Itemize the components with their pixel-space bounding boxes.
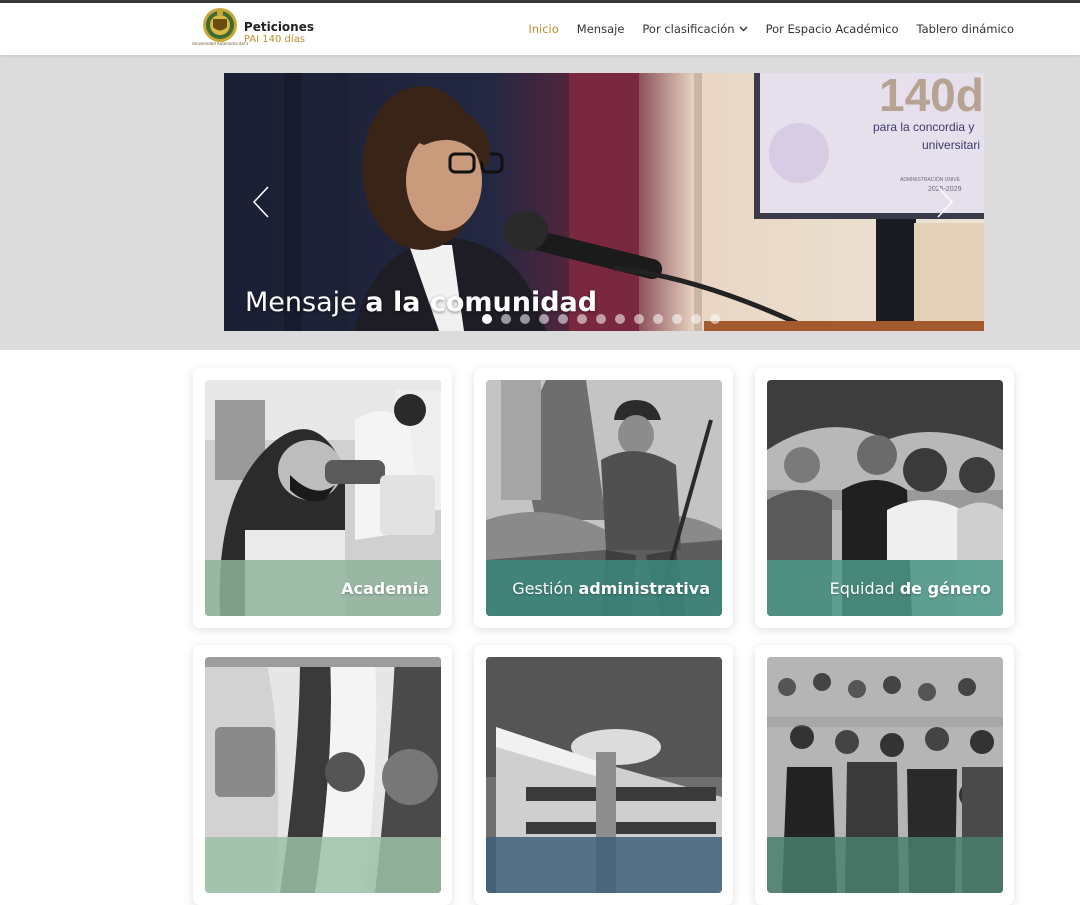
main-nav: Inicio Mensaje Por clasificación Por Esp… xyxy=(528,3,1014,55)
site-header: Universidad Autónoma del Estado de Méxic… xyxy=(0,3,1080,55)
screen-footer: ADMINISTRACIÓN UNIVE xyxy=(900,176,961,183)
slider-dot[interactable] xyxy=(482,314,492,324)
nav-por-clasificacion[interactable]: Por clasificación xyxy=(642,22,748,36)
slider-dot[interactable] xyxy=(691,314,701,324)
slider-dot[interactable] xyxy=(577,314,587,324)
slider-dot[interactable] xyxy=(615,314,625,324)
card-photo: Academia xyxy=(205,380,441,616)
card-label-bold: administrativa xyxy=(578,578,711,598)
slider-dot[interactable] xyxy=(672,314,682,324)
card-label: Gestión administrativa xyxy=(512,579,710,598)
card-label-light: Gestión xyxy=(512,578,579,598)
nav-mensaje[interactable]: Mensaje xyxy=(577,22,625,36)
slider-dot[interactable] xyxy=(634,314,644,324)
card-label-bar: Equidad de género xyxy=(767,560,1003,616)
card-label-bar: Gestión administrativa xyxy=(486,560,722,616)
screen-line-2: universitari xyxy=(922,138,980,152)
card-label-bar xyxy=(486,837,722,893)
nav-por-espacio-academico[interactable]: Por Espacio Académico xyxy=(766,22,899,36)
nav-mensaje-label: Mensaje xyxy=(576,22,625,36)
brand-title: Peticiones xyxy=(243,20,314,34)
slider-dot[interactable] xyxy=(539,314,549,324)
card-label: Equidad de género xyxy=(830,579,991,598)
card-photo xyxy=(205,657,441,893)
card-comunidad[interactable] xyxy=(755,645,1014,905)
card-label-bar xyxy=(767,837,1003,893)
card-photo xyxy=(486,657,722,893)
card-label-light: Equidad xyxy=(829,578,900,598)
card-label: Academia xyxy=(341,579,429,598)
card-academia[interactable]: Academia xyxy=(193,368,452,628)
card-label-bar: Academia xyxy=(205,560,441,616)
nav-tablero-dinamico[interactable]: Tablero dinámico xyxy=(917,22,1015,36)
nav-tablero-label: Tablero dinámico xyxy=(916,22,1015,36)
card-equidad-de-genero[interactable]: Equidad de género xyxy=(755,368,1014,628)
slider-prev-arrow-icon[interactable] xyxy=(250,185,274,219)
brand: Peticiones PAI 140 días xyxy=(243,7,314,46)
screen-line-1: para la concordia y xyxy=(873,120,974,134)
nav-inicio-label: Inicio xyxy=(528,22,559,36)
nav-inicio[interactable]: Inicio xyxy=(528,22,558,36)
screen-number: 140d xyxy=(879,73,984,121)
seal-caption: Universidad Autónoma del Estado de Méxic… xyxy=(192,42,248,46)
card-photo: Equidad de género xyxy=(767,380,1003,616)
card-label-bold: Academia xyxy=(341,578,429,598)
slider-dot[interactable] xyxy=(653,314,663,324)
card-gestion-administrativa[interactable]: Gestión administrativa xyxy=(474,368,733,628)
brand-subtitle: PAI 140 días xyxy=(243,34,306,45)
hero-slider[interactable]: 140d para la concordia y universitari AD… xyxy=(224,73,984,331)
slider-dot[interactable] xyxy=(558,314,568,324)
slider-dot[interactable] xyxy=(710,314,720,324)
slide-caption-light: Mensaje xyxy=(245,287,366,318)
university-seal-icon: Universidad Autónoma del Estado de Méxic… xyxy=(192,7,248,53)
card-identidad[interactable] xyxy=(193,645,452,905)
slider-pagination xyxy=(482,314,720,324)
site-logo[interactable]: Universidad Autónoma del Estado de Méxic… xyxy=(192,7,314,53)
nav-por-clasificacion-label: Por clasificación xyxy=(642,22,735,36)
card-label-bold: de género xyxy=(899,578,991,598)
slider-dot[interactable] xyxy=(596,314,606,324)
slider-dot[interactable] xyxy=(501,314,511,324)
slider-next-arrow-icon[interactable] xyxy=(932,185,956,219)
card-infraestructura[interactable] xyxy=(474,645,733,905)
card-label-bar xyxy=(205,837,441,893)
slider-dot[interactable] xyxy=(520,314,530,324)
nav-por-espacio-label: Por Espacio Académico xyxy=(765,22,899,36)
card-photo: Gestión administrativa xyxy=(486,380,722,616)
chevron-down-icon xyxy=(739,26,748,32)
card-photo xyxy=(767,657,1003,893)
